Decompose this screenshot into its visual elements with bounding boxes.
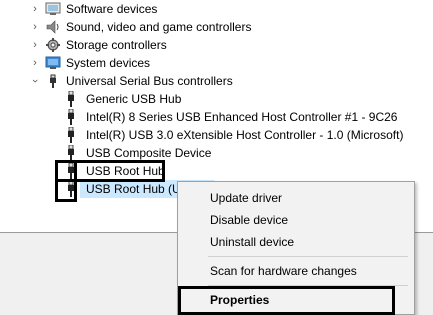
menu-separator <box>208 256 408 257</box>
usb-device-intel-usb3-xhci[interactable]: Intel(R) USB 3.0 eXtensible Host Control… <box>0 126 433 144</box>
tree-item-storage-controllers[interactable]: › Storage controllers <box>0 36 433 54</box>
usb-device-label: Generic USB Hub <box>86 92 182 106</box>
usb-plug-icon <box>68 163 74 179</box>
usb-plug-icon <box>68 109 74 125</box>
expand-arrow-icon[interactable]: › <box>30 54 40 72</box>
software-devices-icon <box>45 2 61 15</box>
system-devices-icon <box>45 56 61 69</box>
tree-item-sound-video-game[interactable]: › Sound, video and game controllers <box>0 18 433 36</box>
usb-device-label: USB Composite Device <box>86 146 212 160</box>
tree-item-label: Sound, video and game controllers <box>66 20 252 34</box>
usb-device-label: USB Root Hub <box>86 164 165 178</box>
context-menu: Update driver Disable device Uninstall d… <box>177 181 415 315</box>
tree-item-software-devices[interactable]: › Software devices <box>0 0 433 18</box>
menu-item-update-driver[interactable]: Update driver <box>210 188 282 208</box>
menu-item-disable-device[interactable]: Disable device <box>210 210 288 230</box>
expand-arrow-icon[interactable]: › <box>30 18 40 36</box>
menu-item-uninstall-device[interactable]: Uninstall device <box>210 232 294 252</box>
usb-plug-icon <box>68 181 74 197</box>
usb-device-label: Intel(R) 8 Series USB Enhanced Host Cont… <box>86 110 398 124</box>
usb-device-intel-8-series-ehci[interactable]: Intel(R) 8 Series USB Enhanced Host Cont… <box>0 108 433 126</box>
tree-item-system-devices[interactable]: › System devices <box>0 54 433 72</box>
usb-device-label: Intel(R) USB 3.0 eXtensible Host Control… <box>86 128 404 142</box>
usb-plug-icon <box>68 127 74 143</box>
expand-arrow-icon[interactable]: › <box>30 0 40 18</box>
usb-controller-icon <box>50 74 56 88</box>
usb-plug-icon <box>68 145 74 161</box>
tree-item-usb-controllers[interactable]: › Universal Serial Bus controllers <box>0 72 433 90</box>
menu-item-scan-hardware-changes[interactable]: Scan for hardware changes <box>210 261 357 281</box>
usb-plug-icon <box>68 91 74 107</box>
usb-device-usb-composite[interactable]: USB Composite Device <box>0 144 433 162</box>
collapse-arrow-icon[interactable]: › <box>26 76 44 86</box>
speaker-icon <box>46 20 59 34</box>
expand-arrow-icon[interactable]: › <box>30 36 40 54</box>
tree-item-label: Software devices <box>66 2 158 16</box>
storage-controller-icon <box>46 38 60 52</box>
menu-item-properties[interactable]: Properties <box>210 290 269 310</box>
tree-item-label: System devices <box>66 56 151 70</box>
tree-item-label: Storage controllers <box>66 38 167 52</box>
tree-item-label: Universal Serial Bus controllers <box>66 74 233 88</box>
menu-separator <box>208 285 408 286</box>
usb-device-generic-usb-hub[interactable]: Generic USB Hub <box>0 90 433 108</box>
usb-device-label: USB Root Hub (U <box>86 182 181 196</box>
usb-device-usb-root-hub-1[interactable]: USB Root Hub <box>0 162 433 180</box>
